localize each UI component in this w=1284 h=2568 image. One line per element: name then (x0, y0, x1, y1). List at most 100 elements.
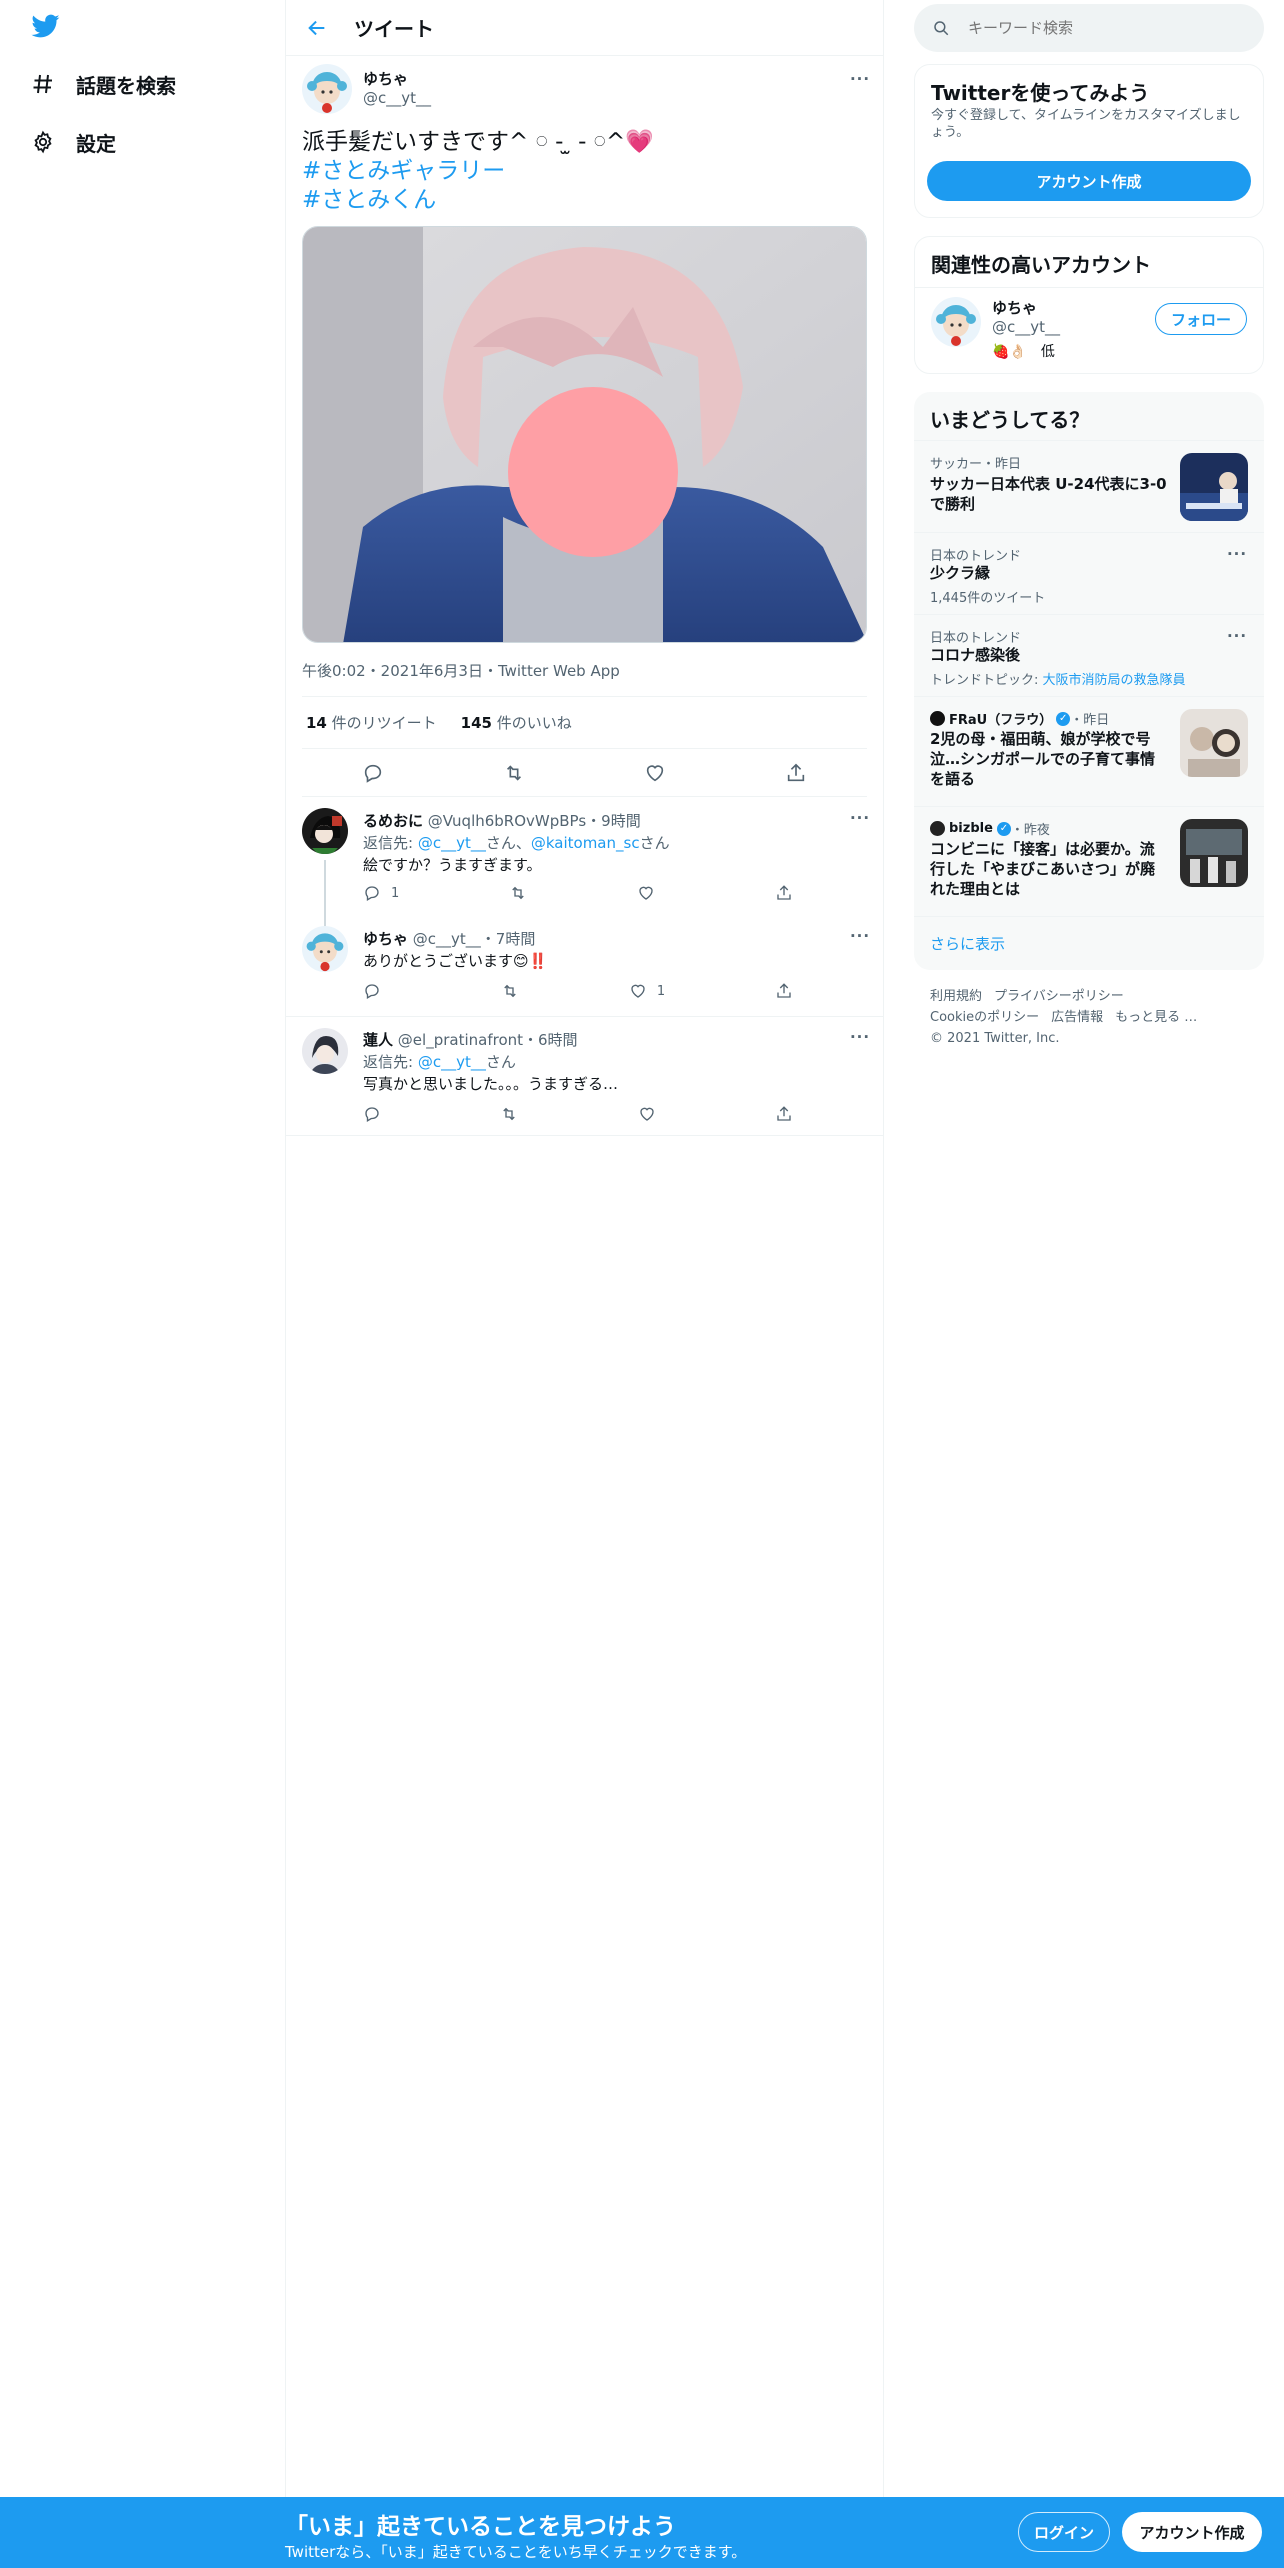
hashtag-link[interactable]: #さとみくん (302, 186, 862, 215)
footer-ads-link[interactable]: 広告情報 (1051, 1010, 1103, 1025)
twitter-logo-icon[interactable] (30, 12, 64, 42)
reply-item[interactable]: 蓮人 @el_pratinafront・6時間 ··· 返信先: @c__yt_… (286, 1017, 883, 1135)
trend-item[interactable]: サッカー・昨日 サッカー日本代表 U-24代表に3-0で勝利 (914, 440, 1264, 532)
avatar[interactable] (302, 1028, 348, 1074)
reply-item[interactable]: ゆちゃ @c__yt__・7時間 ··· ありがとうございます😊‼️ 1 (286, 914, 883, 1016)
retweet-stat[interactable]: 14 件のリツイート (306, 712, 437, 733)
footer-privacy-link[interactable]: プライバシーポリシー (994, 989, 1124, 1004)
author-name[interactable]: ゆちゃ (363, 68, 408, 89)
create-account-button[interactable]: アカウント作成 (927, 161, 1251, 201)
related-account-bio: 🍓👌🏻 低 (992, 344, 1055, 360)
trends-title: いまどうしてる？ (930, 408, 1090, 432)
trend-item[interactable]: FRaU（フラウ） ✓ ・昨日 2児の母・福田萌、娘が学校で号泣…シンガポールで… (914, 696, 1264, 806)
footer-more-link[interactable]: もっと見る … (1115, 1010, 1197, 1025)
search-icon (932, 18, 952, 38)
search-box[interactable] (914, 4, 1264, 52)
share-button[interactable] (785, 762, 807, 784)
back-button[interactable] (300, 11, 334, 45)
tweet-text: 派手髪だいすきです^ 𓏸 - ̫ - 𓏸^💗 #さとみギャラリー #さとみくん (302, 128, 862, 215)
reply-icon (365, 984, 379, 999)
related-account-name[interactable]: ゆちゃ (992, 297, 1037, 318)
like-button[interactable] (644, 762, 666, 784)
tweet-timestamp[interactable]: 午後0:02・2021年6月3日・Twitter Web App (302, 660, 620, 681)
retweet-button[interactable] (501, 982, 519, 1000)
heart-emoji: 💗 (625, 129, 654, 155)
reply-count: 1 (391, 885, 400, 901)
trend-item[interactable]: 日本のトレンド 少クラ縁 1,445件のツイート ··· (914, 532, 1264, 614)
signup-card-title: Twitterを使ってみよう (931, 81, 1150, 105)
more-options-icon[interactable]: ··· (849, 809, 871, 827)
more-options-icon[interactable]: ··· (849, 1028, 871, 1046)
reply-body: ありがとうございます😊‼️ (363, 952, 548, 970)
related-account-handle[interactable]: @c__yt__ (992, 318, 1060, 336)
search-input[interactable] (968, 19, 1228, 37)
main-column: ツイート ゆちゃ @c__yt__ ··· 派手髪だいすきです^ 𓏸 - ̫ -… (285, 0, 884, 2497)
share-button[interactable] (775, 982, 793, 1000)
follow-button[interactable]: フォロー (1155, 303, 1247, 335)
trends-show-more-row[interactable]: さらに表示 (914, 916, 1264, 970)
page-title: ツイート (354, 17, 434, 41)
reply-handle-time[interactable]: @el_pratinafront・6時間 (398, 1031, 578, 1049)
signup-button[interactable]: アカウント作成 (1122, 2512, 1262, 2552)
reply-button[interactable] (362, 762, 384, 784)
tweet-actions (302, 749, 867, 797)
reply-button[interactable]: 1 (363, 884, 399, 902)
mention-link[interactable]: @kaitoman_sc (531, 834, 640, 852)
like-button[interactable] (637, 884, 665, 902)
tweet-image[interactable] (302, 226, 867, 643)
reply-button[interactable] (363, 1105, 381, 1123)
more-options-icon[interactable]: ··· (849, 70, 871, 88)
reply-actions: 1 (363, 884, 793, 902)
like-button[interactable] (638, 1105, 656, 1123)
verified-badge-icon: ✓ (996, 821, 1011, 836)
reply-to-suffix: さん (485, 1053, 516, 1071)
footer-copyright: © 2021 Twitter, Inc. (930, 1031, 1060, 1046)
reply-author-name[interactable]: るめおに (363, 812, 423, 830)
show-more-link[interactable]: さらに表示 (930, 933, 1005, 954)
reply-to: 返信先: @c__yt__さん (363, 1051, 516, 1072)
mention-link[interactable]: @c__yt__ (418, 834, 486, 852)
avatar[interactable] (302, 808, 348, 854)
avatar[interactable] (302, 64, 352, 114)
retweet-button[interactable] (503, 762, 525, 784)
retweet-icon (503, 1107, 516, 1121)
reply-handle-time[interactable]: @Vuqlh6bROvWpBPs・9時間 (428, 812, 641, 830)
trend-source: bizble ✓ ・昨夜 (930, 819, 1050, 838)
trend-item[interactable]: bizble ✓ ・昨夜 コンビニに「接客」は必要か。流行した「やまびこあいさつ… (914, 806, 1264, 916)
reply-item[interactable]: るめおに @Vuqlh6bROvWpBPs・9時間 ··· 返信先: @c__y… (286, 798, 883, 930)
author-handle[interactable]: @c__yt__ (363, 89, 431, 107)
mention-link[interactable]: @c__yt__ (418, 1053, 486, 1071)
reply-author-name[interactable]: ゆちゃ (363, 930, 408, 948)
footer-terms-link[interactable]: 利用規約 (930, 989, 982, 1004)
retweet-button[interactable] (509, 884, 527, 902)
avatar[interactable] (931, 297, 981, 347)
reply-header: ゆちゃ @c__yt__・7時間 (363, 928, 535, 949)
nav-explore[interactable]: 話題を検索 (30, 64, 176, 104)
divider (915, 287, 1263, 288)
signup-card-subtitle: 今すぐ登録して、タイムラインをカスタマイズしましょう。 (931, 108, 1241, 140)
more-options-icon[interactable]: ··· (1226, 627, 1248, 645)
reply-author-name[interactable]: 蓮人 (363, 1031, 393, 1049)
hashtag-link[interactable]: #さとみギャラリー (302, 157, 862, 186)
reply-to-suffix: さん (639, 834, 670, 852)
login-button[interactable]: ログイン (1018, 2512, 1110, 2552)
retweet-button[interactable] (500, 1105, 518, 1123)
like-stat[interactable]: 145 件のいいね (461, 712, 572, 733)
more-options-icon[interactable]: ··· (849, 927, 871, 945)
heart-icon (639, 886, 653, 900)
reply-handle-time[interactable]: @c__yt__・7時間 (413, 930, 536, 948)
reply-button[interactable] (363, 982, 391, 1000)
trend-topic-link[interactable]: 大阪市消防局の救急隊員 (1043, 673, 1186, 688)
trend-source-name: bizble (949, 821, 993, 836)
nav-settings[interactable]: 設定 (30, 122, 116, 162)
divider (286, 1135, 883, 1136)
trend-item[interactable]: 日本のトレンド コロナ感染後 トレンドトピック: 大阪市消防局の救急隊員 ··· (914, 614, 1264, 696)
more-options-icon[interactable]: ··· (1226, 545, 1248, 563)
share-button[interactable] (775, 884, 793, 902)
share-button[interactable] (775, 1105, 793, 1123)
footer-cookie-link[interactable]: Cookieのポリシー (930, 1010, 1039, 1025)
related-accounts-card: 関連性の高いアカウント ゆちゃ @c__yt__ 🍓👌🏻 低 フォロー (914, 236, 1264, 374)
trend-title: コンビニに「接客」は必要か。流行した「やまびこあいさつ」が廃れた理由とは (930, 840, 1156, 898)
like-button[interactable]: 1 (629, 982, 665, 1000)
avatar[interactable] (302, 926, 348, 972)
